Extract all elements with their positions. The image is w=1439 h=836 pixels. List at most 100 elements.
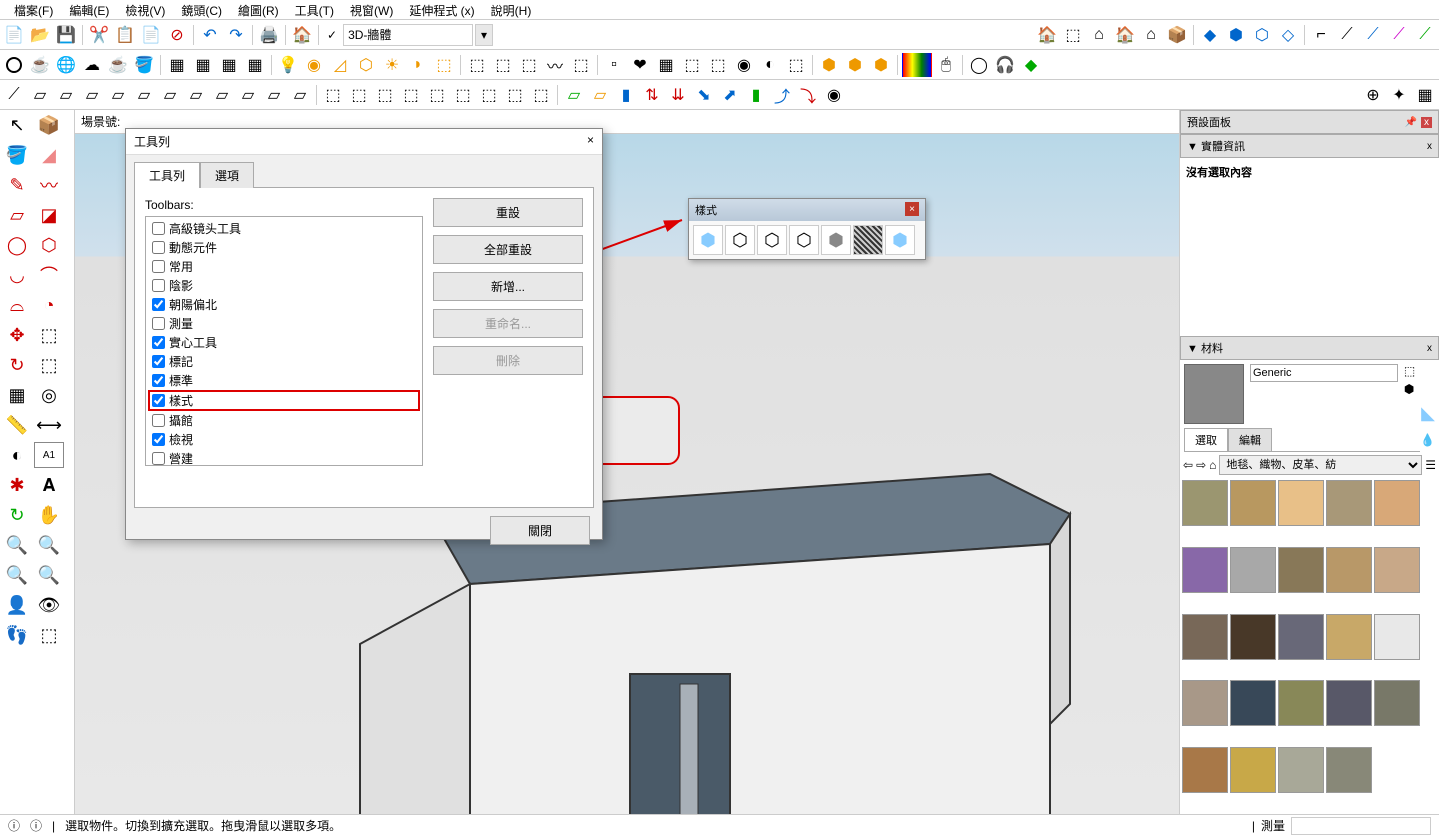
new-button[interactable]: 新增...	[433, 272, 583, 301]
house-icon[interactable]: 🏠	[1035, 23, 1059, 47]
grid3-icon[interactable]: ▦	[217, 53, 241, 77]
style-xray-icon[interactable]: ⬢	[885, 225, 915, 255]
op2-icon[interactable]: ⬚	[491, 53, 515, 77]
globe-icon[interactable]: 🌐	[54, 53, 78, 77]
save-icon[interactable]: 💾	[54, 23, 78, 47]
rect-icon[interactable]: ▱	[2, 202, 32, 228]
t3-31-icon[interactable]: ⤵	[796, 83, 820, 107]
menu-tools[interactable]: 工具(T)	[287, 2, 342, 17]
toolbar-checkbox[interactable]	[152, 394, 165, 407]
material-swatch[interactable]	[1374, 680, 1420, 726]
t3-14-icon[interactable]: ⬚	[347, 83, 371, 107]
toolbar-checkbox[interactable]	[152, 279, 165, 292]
dimension-icon[interactable]: ⟷	[34, 412, 64, 438]
material-tab-edit[interactable]: 編輯	[1228, 428, 1272, 451]
toolbar-checkbox[interactable]	[152, 298, 165, 311]
menu-extensions[interactable]: 延伸程式 (x)	[401, 2, 482, 17]
material-swatch[interactable]	[1278, 614, 1324, 660]
render7-icon[interactable]: ◐	[758, 53, 782, 77]
t3-26-icon[interactable]: ⇊	[666, 83, 690, 107]
scene-tab-label[interactable]: 場景號:	[81, 113, 120, 130]
delete-icon[interactable]: ⊘	[165, 23, 189, 47]
t3-24-icon[interactable]: ▮	[614, 83, 638, 107]
mat2-icon[interactable]: ⬢	[843, 53, 867, 77]
curve5-icon[interactable]: ⟋	[1413, 23, 1437, 47]
curve1-icon[interactable]: ⌐	[1309, 23, 1333, 47]
gradient-icon[interactable]	[902, 53, 932, 77]
toolbar-item[interactable]: 檢視	[148, 430, 420, 449]
toolbar-checkbox[interactable]	[152, 260, 165, 273]
t3-25-icon[interactable]: ⇅	[640, 83, 664, 107]
zoom-icon[interactable]: 🔍	[2, 532, 32, 558]
undo-icon[interactable]: ↶	[198, 23, 222, 47]
move-icon[interactable]: ✥	[2, 322, 32, 348]
material-swatch[interactable]	[1278, 547, 1324, 593]
entity-close-icon[interactable]: x	[1427, 141, 1432, 152]
house3-icon[interactable]: ⌂	[1139, 23, 1163, 47]
dialog-tab-options[interactable]: 選項	[200, 162, 254, 188]
styles-floating-toolbar[interactable]: 樣式 × ⬢ ⬡ ⬡ ⬡ ⬢ ⬢	[688, 198, 926, 260]
menu-edit[interactable]: 編輯(E)	[61, 2, 117, 17]
layer-dropdown[interactable]: 3D-牆體	[343, 24, 473, 46]
material-swatch[interactable]	[1182, 747, 1228, 793]
style-hidden-icon[interactable]: ⬡	[757, 225, 787, 255]
t3-13-icon[interactable]: ⬚	[321, 83, 345, 107]
home2-icon[interactable]: ⌂	[1087, 23, 1111, 47]
rotate-icon[interactable]: ↻	[2, 352, 32, 378]
material-swatch[interactable]	[1182, 680, 1228, 726]
material-swatch[interactable]	[1182, 547, 1228, 593]
t3-7-icon[interactable]: ▱	[158, 83, 182, 107]
toolbars-listbox[interactable]: 高級镜头工具動態元件常用陰影朝陽偏北測量實心工具標記標準樣式攝館檢視營建繪圖	[145, 216, 423, 466]
t3-22-icon[interactable]: ▱	[562, 83, 586, 107]
style-texture-icon[interactable]	[853, 225, 883, 255]
nav-fwd-icon[interactable]: ⇨	[1196, 458, 1206, 472]
cube2-icon[interactable]: ⬚	[432, 53, 456, 77]
render6-icon[interactable]: ◉	[732, 53, 756, 77]
angle-icon[interactable]: ◿	[328, 53, 352, 77]
material-swatch[interactable]	[1326, 547, 1372, 593]
pin-icon[interactable]: 📌	[1405, 117, 1417, 128]
text-icon[interactable]: A1	[34, 442, 64, 468]
shape2-icon[interactable]: ⬢	[1224, 23, 1248, 47]
curve4-icon[interactable]: ⟋	[1387, 23, 1411, 47]
material-swatch[interactable]	[1278, 480, 1324, 526]
axes-icon[interactable]: ✱	[2, 472, 32, 498]
style-monochrome-icon[interactable]: ⬢	[821, 225, 851, 255]
toolbar-item[interactable]: 陰影	[148, 276, 420, 295]
toolbar-item[interactable]: 朝陽偏北	[148, 295, 420, 314]
measure-input[interactable]	[1291, 817, 1431, 835]
delete-button[interactable]: 刪除	[433, 346, 583, 375]
t3-16-icon[interactable]: ⬚	[399, 83, 423, 107]
sun-icon[interactable]: ☀	[380, 53, 404, 77]
reset-button[interactable]: 重設	[433, 198, 583, 227]
open-icon[interactable]: 📂	[28, 23, 52, 47]
t3-23-icon[interactable]: ▱	[588, 83, 612, 107]
light3-icon[interactable]: ⬡	[354, 53, 378, 77]
material-swatch[interactable]	[1182, 480, 1228, 526]
grid4-icon[interactable]: ▦	[243, 53, 267, 77]
material-add-icon[interactable]: ⬚	[1404, 364, 1415, 378]
toolbar-checkbox[interactable]	[152, 317, 165, 330]
toolbar-item[interactable]: 動態元件	[148, 238, 420, 257]
rename-button[interactable]: 重命名...	[433, 309, 583, 338]
cup-icon[interactable]: ☕	[106, 53, 130, 77]
t3-21-icon[interactable]: ⬚	[529, 83, 553, 107]
toolbar-item[interactable]: 測量	[148, 314, 420, 333]
offset-icon[interactable]: ◎	[34, 382, 64, 408]
render2-icon[interactable]: ❤	[628, 53, 652, 77]
op1-icon[interactable]: ⬚	[465, 53, 489, 77]
render5-icon[interactable]: ⬚	[706, 53, 730, 77]
print-icon[interactable]: 🖨️	[257, 23, 281, 47]
wave-icon[interactable]: 〰	[543, 53, 567, 77]
toolbar-checkbox[interactable]	[152, 414, 165, 427]
arc2-icon[interactable]: ⌒	[34, 262, 64, 288]
shape4-icon[interactable]: ◇	[1276, 23, 1300, 47]
material-header[interactable]: ▼ 材料 x	[1180, 336, 1439, 360]
material-swatch[interactable]	[1326, 747, 1372, 793]
t3-32-icon[interactable]: ◉	[822, 83, 846, 107]
arc3-icon[interactable]: ⌓	[2, 292, 32, 318]
toolbar-item[interactable]: 實心工具	[148, 333, 420, 352]
material-close-icon[interactable]: x	[1427, 343, 1432, 354]
picker-icon[interactable]: 🖱	[934, 53, 958, 77]
toolbar-item[interactable]: 標準	[148, 371, 420, 390]
